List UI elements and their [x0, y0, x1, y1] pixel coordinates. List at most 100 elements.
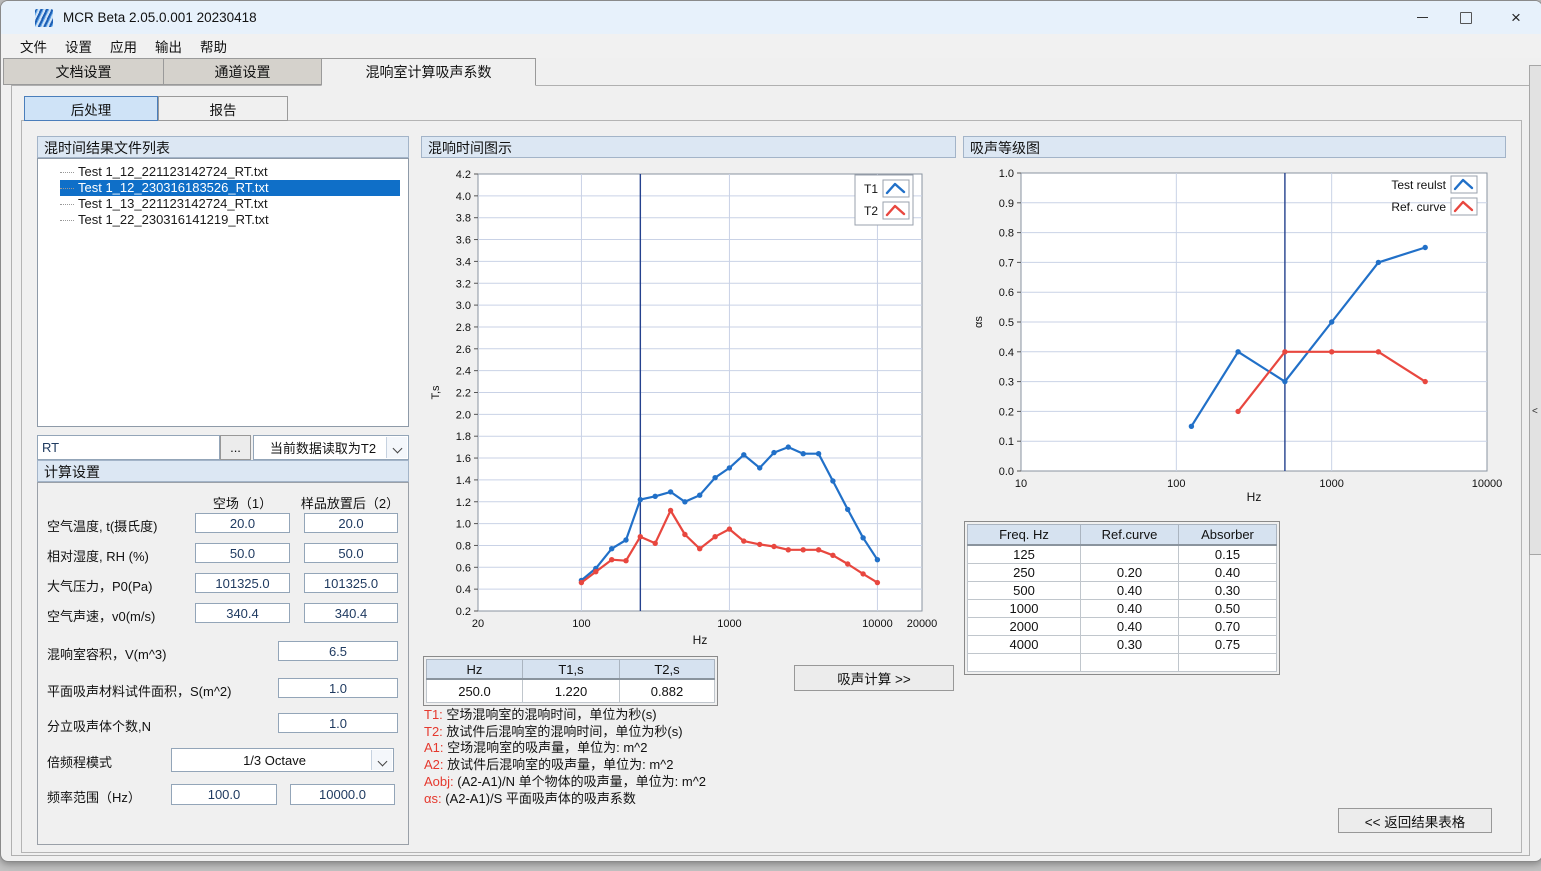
svg-text:0.2: 0.2	[999, 406, 1014, 418]
table-row: 1250.15	[968, 545, 1277, 564]
svg-text:2.4: 2.4	[456, 366, 471, 378]
calc-label: 空气温度, t(摄氏度)	[47, 516, 158, 535]
chevron-down-icon	[393, 444, 403, 454]
note-line: αs: (A2-A1)/S 平面吸声体的吸声系数	[424, 791, 706, 808]
svg-text:4.2: 4.2	[456, 169, 471, 181]
note-text: 空场混响室的吸声量，单位为: m^2	[444, 740, 648, 755]
rt-chart[interactable]: 0.20.40.60.81.01.21.41.61.82.02.22.42.62…	[426, 163, 954, 649]
table-cell: 0.50	[1179, 600, 1277, 618]
file-list-item[interactable]: Test 1_12_230316183526_RT.txt	[60, 180, 400, 196]
minimize-button[interactable]	[1400, 1, 1444, 34]
file-list-item[interactable]: Test 1_12_221123142724_RT.txt	[60, 164, 400, 180]
menu-item[interactable]: 输出	[146, 34, 191, 58]
calc-input-with-sample[interactable]	[304, 603, 398, 623]
table-row: 2500.200.40	[968, 564, 1277, 582]
col-header-empty-room: 空场（1）	[195, 493, 290, 512]
calc-input-empty-room[interactable]	[195, 513, 290, 533]
calc-input-single[interactable]	[278, 713, 398, 733]
calc-input-empty-room[interactable]	[195, 543, 290, 563]
octave-mode-value: 1/3 Octave	[243, 753, 306, 768]
current-data-combo[interactable]: 当前数据读取为T2	[253, 435, 409, 460]
svg-text:2.2: 2.2	[456, 388, 471, 400]
svg-text:0.6: 0.6	[999, 287, 1014, 299]
tab-document-settings[interactable]: 文档设置	[3, 58, 164, 85]
svg-text:0.1: 0.1	[999, 436, 1014, 448]
note-text: 空场混响室的混响时间，单位为秒(s)	[443, 707, 657, 722]
note-key: αs:	[424, 791, 442, 806]
svg-text:1000: 1000	[1319, 478, 1343, 490]
freq-max-input[interactable]	[290, 784, 395, 805]
minimize-icon	[1417, 17, 1428, 18]
grade-chart[interactable]: 0.00.10.20.30.40.50.60.70.80.91.01010010…	[969, 163, 1503, 506]
grade-table: Freq. HzRef.curveAbsorber1250.152500.200…	[967, 524, 1277, 672]
octave-mode-combo[interactable]: 1/3 Octave	[171, 748, 394, 772]
table-cell: 250.0	[427, 679, 523, 703]
browse-button[interactable]: ...	[220, 435, 251, 460]
calc-input-with-sample[interactable]	[304, 543, 398, 563]
calc-label: 空气声速，v0(m/s)	[47, 606, 155, 625]
svg-text:T2: T2	[864, 204, 878, 218]
menu-item[interactable]: 帮助	[191, 34, 236, 58]
table-cell: 125	[968, 545, 1081, 564]
column-header: Ref.curve	[1081, 525, 1179, 546]
calc-label: 平面吸声材料试件面积，S(m^2)	[47, 681, 232, 700]
inner-tab-report[interactable]: 报告	[158, 96, 288, 121]
svg-text:2.8: 2.8	[456, 322, 471, 334]
close-button[interactable]: ×	[1494, 1, 1538, 34]
svg-text:Hz: Hz	[693, 633, 708, 647]
app-window: MCR Beta 2.05.0.001 20230418 × 文件设置应用输出帮…	[0, 0, 1541, 862]
svg-text:100: 100	[572, 618, 590, 630]
svg-text:1000: 1000	[717, 618, 741, 630]
table-header-row: HzT1,sT2,s	[427, 660, 715, 680]
table-cell: 0.40	[1081, 582, 1179, 600]
menu-item[interactable]: 文件	[11, 34, 56, 58]
rt-name-input[interactable]	[37, 435, 220, 460]
tab-reverb-absorption[interactable]: 混响室计算吸声系数	[321, 58, 536, 86]
close-icon: ×	[1511, 9, 1521, 26]
note-key: T1:	[424, 707, 443, 722]
calc-input-with-sample[interactable]	[304, 513, 398, 533]
calc-settings-header: 计算设置	[37, 460, 409, 482]
svg-text:0.2: 0.2	[456, 606, 471, 618]
calc-input-empty-room[interactable]	[195, 573, 290, 593]
inner-tab-postprocess[interactable]: 后处理	[24, 96, 158, 121]
svg-text:T,s: T,s	[430, 385, 442, 400]
column-header: Absorber	[1179, 525, 1277, 546]
file-list-item[interactable]: Test 1_13_221123142724_RT.txt	[60, 196, 400, 212]
grade-chart-panel-header: 吸声等级图	[963, 136, 1506, 158]
column-header: Freq. Hz	[968, 525, 1081, 546]
note-key: Aobj:	[424, 774, 454, 789]
svg-text:3.6: 3.6	[456, 235, 471, 247]
file-list-item[interactable]: Test 1_22_230316141219_RT.txt	[60, 212, 400, 228]
svg-text:20000: 20000	[907, 618, 938, 630]
table-cell: 0.70	[1179, 618, 1277, 636]
maximize-button[interactable]	[1444, 1, 1488, 34]
calc-input-single[interactable]	[278, 641, 398, 661]
table-header-row: Freq. HzRef.curveAbsorber	[968, 525, 1277, 546]
calc-input-empty-room[interactable]	[195, 603, 290, 623]
svg-text:100: 100	[1167, 478, 1185, 490]
svg-text:Ref. curve: Ref. curve	[1391, 200, 1446, 214]
table-cell: 0.20	[1081, 564, 1179, 582]
note-text: (A2-A1)/S 平面吸声体的吸声系数	[442, 791, 636, 806]
absorption-calc-button[interactable]: 吸声计算 >>	[794, 665, 954, 691]
note-key: A1:	[424, 740, 444, 755]
calc-input-single[interactable]	[278, 678, 398, 698]
svg-text:0.6: 0.6	[456, 562, 471, 574]
tab-channel-settings[interactable]: 通道设置	[163, 58, 322, 85]
menu-item[interactable]: 设置	[56, 34, 101, 58]
note-text: 放试件后混响室的混响时间，单位为秒(s)	[443, 724, 683, 739]
note-line: A2: 放试件后混响室的吸声量，单位为: m^2	[424, 757, 706, 774]
freq-min-input[interactable]	[171, 784, 277, 805]
table-cell: 0.75	[1179, 636, 1277, 654]
rt-chart-panel-header: 混响时间图示	[421, 136, 956, 158]
menu-item[interactable]: 应用	[101, 34, 146, 58]
svg-text:1.0: 1.0	[999, 168, 1014, 180]
svg-text:αs: αs	[973, 316, 985, 328]
back-to-results-button[interactable]: << 返回结果表格	[1338, 808, 1492, 833]
col-header-with-sample: 样品放置后（2）	[291, 493, 409, 512]
svg-text:3.2: 3.2	[456, 278, 471, 290]
calc-input-with-sample[interactable]	[304, 573, 398, 593]
collapse-splitter[interactable]: <	[1529, 65, 1541, 555]
svg-text:1.0: 1.0	[456, 519, 471, 531]
